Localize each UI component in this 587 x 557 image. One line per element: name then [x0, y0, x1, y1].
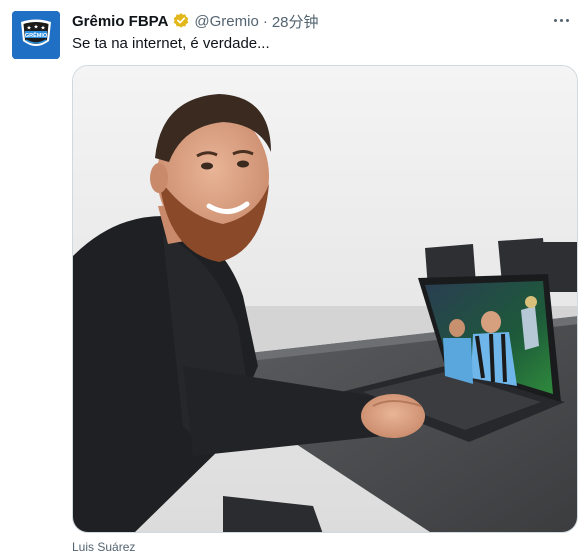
- display-name[interactable]: Grêmio FBPA: [72, 13, 168, 30]
- tweet-text: Se ta na internet, é verdade...: [72, 35, 270, 52]
- profile-avatar[interactable]: GRÊMIO: [12, 11, 60, 59]
- tweet-card[interactable]: GRÊMIO Grêmio FBPA @Gremio · 28分钟 Se ta …: [0, 0, 587, 557]
- user-handle[interactable]: @Gremio: [194, 13, 258, 30]
- header-separator: ·: [262, 12, 268, 30]
- avatar-label: GRÊMIO: [25, 31, 48, 39]
- tweet-timestamp[interactable]: 28分钟: [272, 11, 319, 32]
- gremio-crest-icon: GRÊMIO: [12, 11, 60, 59]
- tweet-header: Grêmio FBPA @Gremio · 28分钟: [72, 11, 319, 31]
- media-caption[interactable]: Luis Suárez: [72, 540, 135, 554]
- verified-badge-icon: [172, 12, 190, 30]
- photo-player-with-laptop: [73, 66, 577, 532]
- more-options-icon[interactable]: [549, 10, 573, 30]
- tweet-media-photo[interactable]: [72, 65, 578, 533]
